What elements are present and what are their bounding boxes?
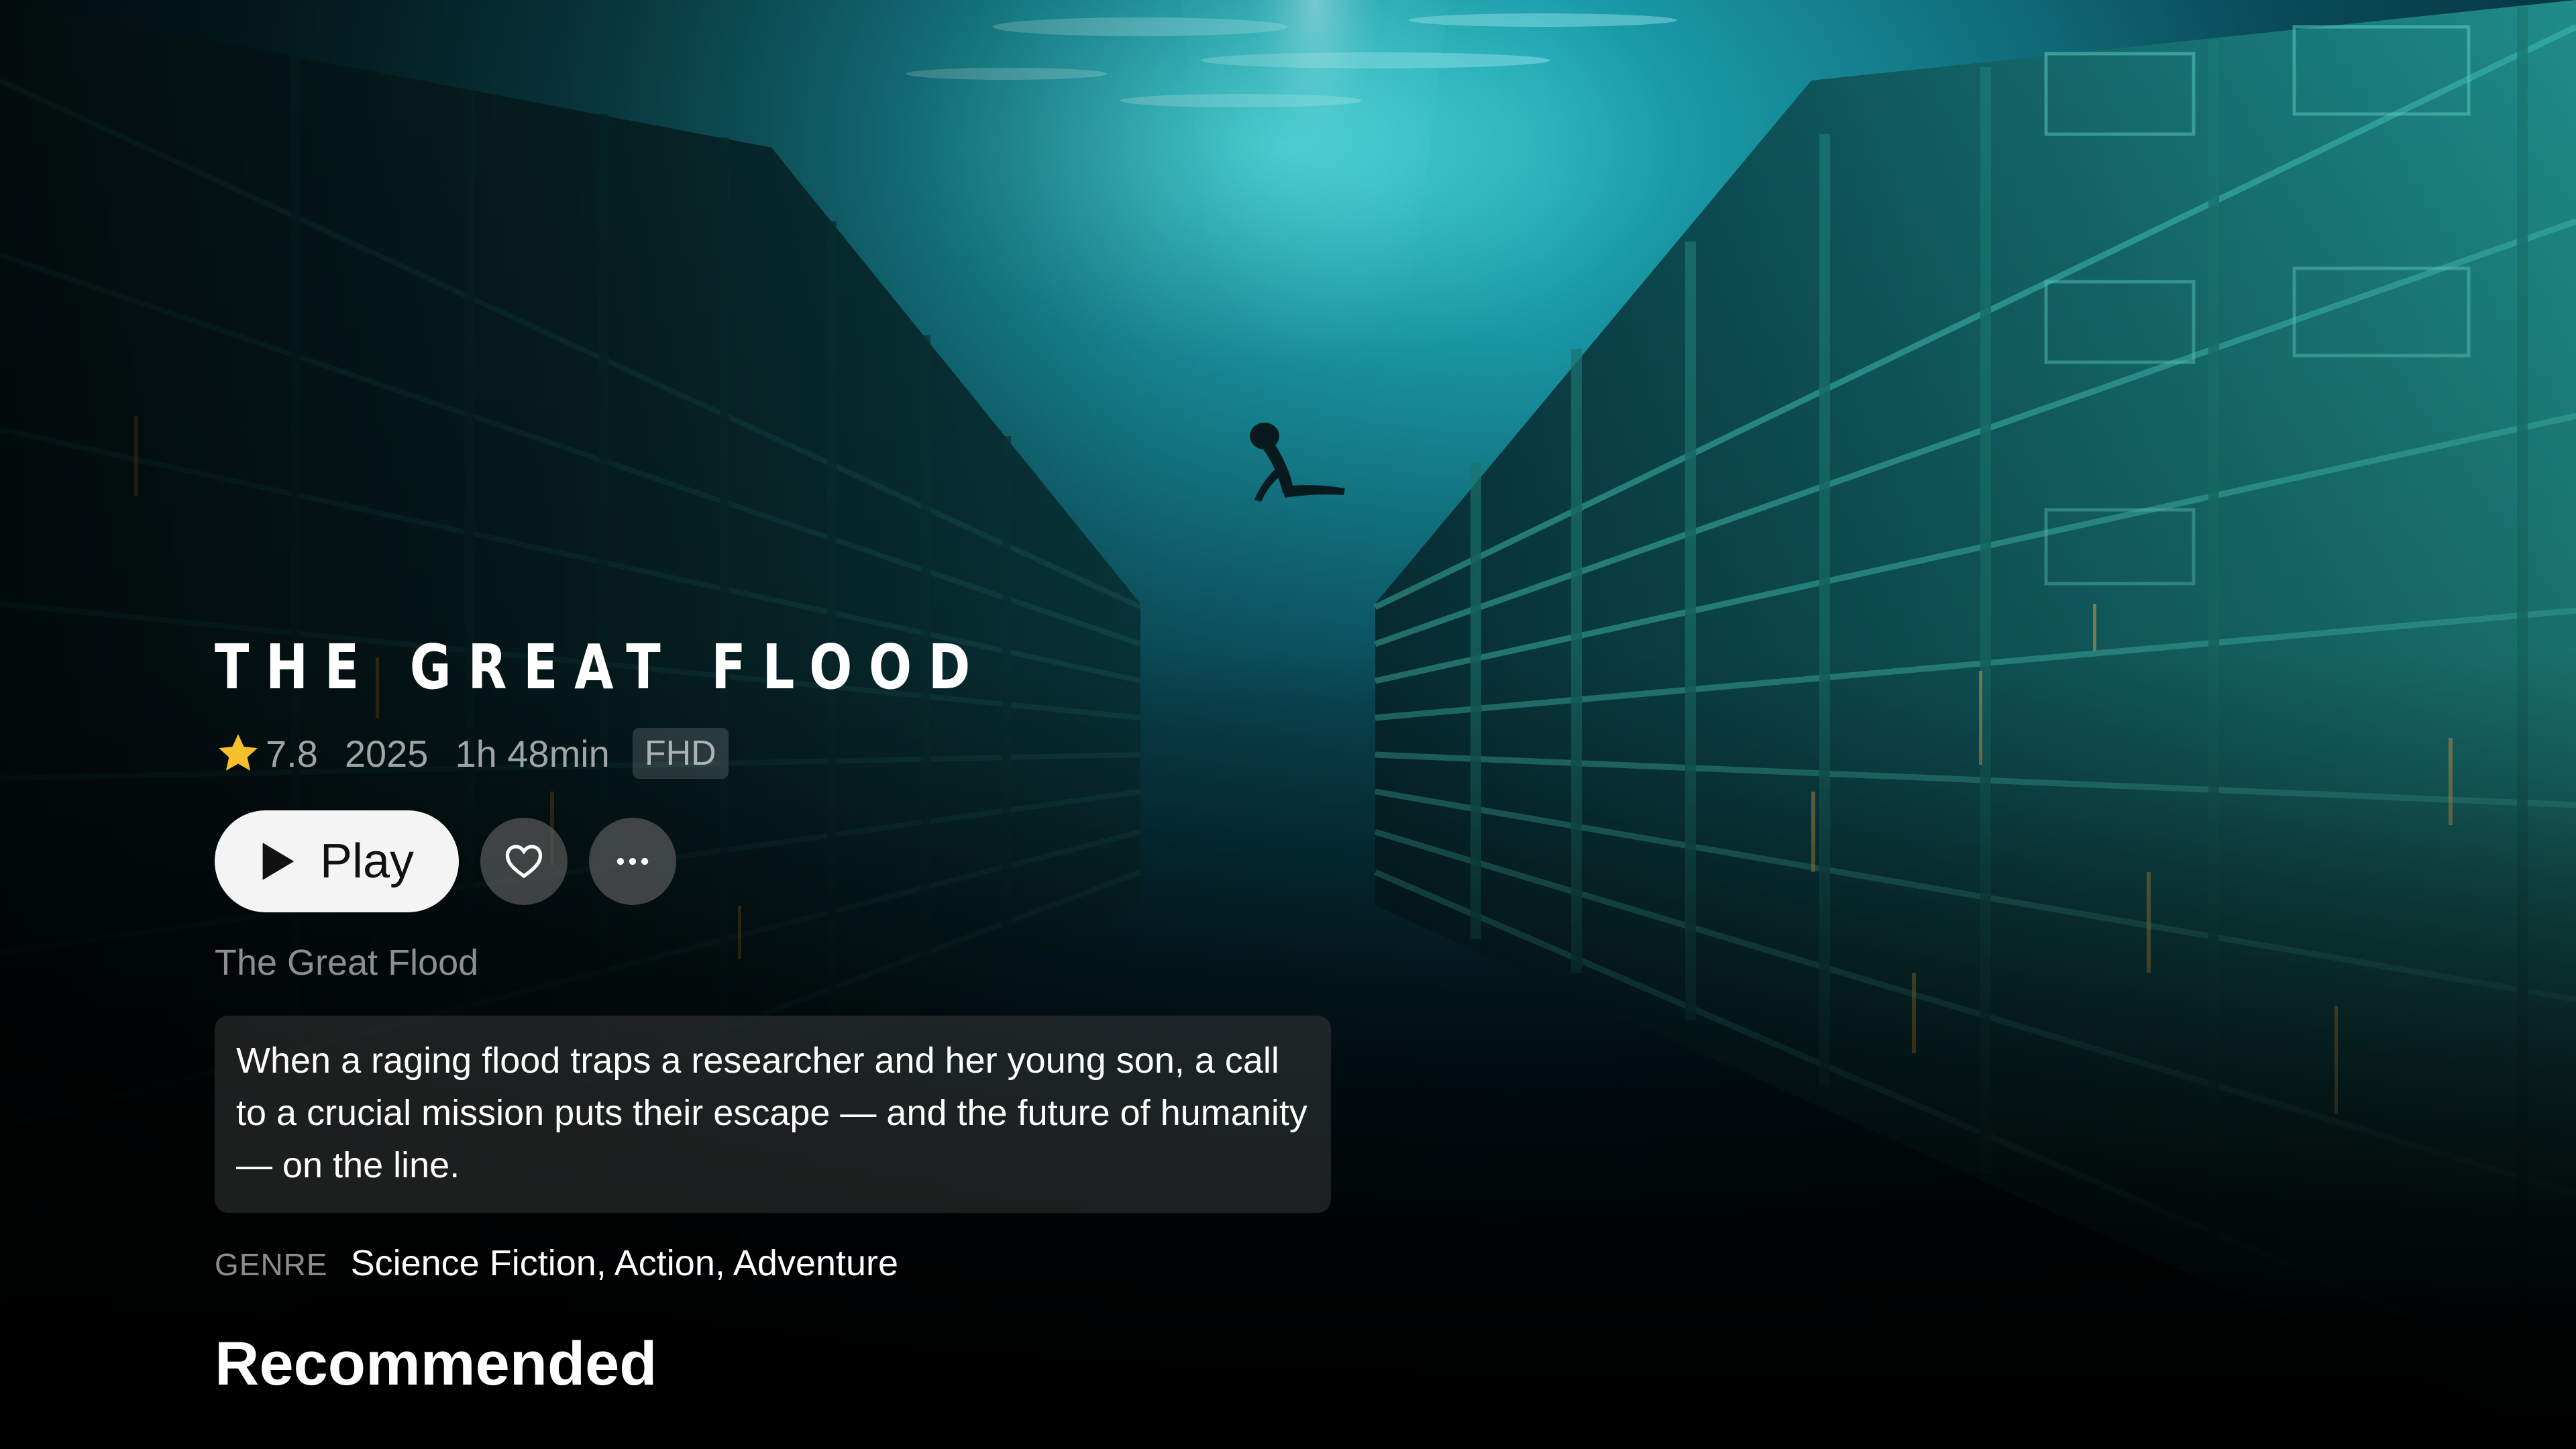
rating-value: 7.8 bbox=[266, 732, 318, 775]
ellipsis-icon bbox=[616, 857, 649, 865]
recommended-heading: Recommended bbox=[215, 1330, 657, 1398]
genre-label: GENRE bbox=[215, 1247, 328, 1282]
genre-row: GENRE Science Fiction, Action, Adventure bbox=[215, 1242, 1355, 1284]
quality-badge: FHD bbox=[632, 728, 729, 779]
play-button[interactable]: Play bbox=[215, 810, 459, 912]
favorite-button[interactable] bbox=[480, 818, 568, 905]
play-icon bbox=[262, 843, 294, 880]
genre-value: Science Fiction, Action, Adventure bbox=[350, 1243, 899, 1283]
original-title: The Great Flood bbox=[215, 943, 479, 983]
movie-detail-screen: THE GREAT FLOOD 7.8 2025 1h 48min FHD Pl… bbox=[0, 0, 2576, 1449]
heart-icon bbox=[505, 845, 543, 879]
runtime: 1h 48min bbox=[455, 732, 610, 775]
play-button-label: Play bbox=[319, 835, 415, 888]
release-year: 2025 bbox=[344, 732, 429, 775]
synopsis[interactable]: When a raging flood traps a researcher a… bbox=[215, 1016, 1331, 1213]
action-buttons: Play bbox=[215, 810, 1355, 912]
title-details: THE GREAT FLOOD 7.8 2025 1h 48min FHD Pl… bbox=[215, 631, 1355, 1401]
more-options-button[interactable] bbox=[589, 818, 676, 905]
metadata-row: 7.8 2025 1h 48min FHD bbox=[215, 724, 1355, 782]
movie-title: THE GREAT FLOOD bbox=[215, 631, 987, 703]
star-icon bbox=[219, 734, 258, 771]
